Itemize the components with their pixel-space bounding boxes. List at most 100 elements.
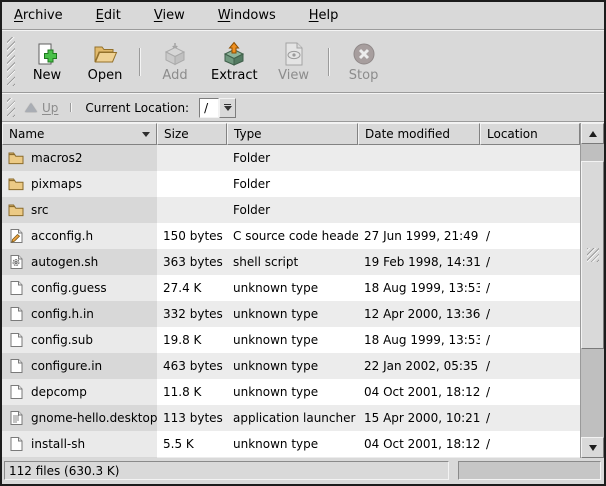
toolbar-items: New Open Add ExtractView Stop	[18, 39, 393, 85]
table-row[interactable]: autogen.sh363 bytesshell script19 Feb 19…	[2, 249, 580, 275]
location-dropdown-button[interactable]	[219, 98, 236, 118]
stop-button[interactable]: Stop	[335, 39, 393, 85]
column-header-loc[interactable]: Location	[480, 123, 580, 145]
cell-loc	[480, 171, 580, 197]
extract-button[interactable]: Extract	[204, 39, 265, 85]
cell-loc: /	[480, 275, 580, 301]
view-button[interactable]: View	[265, 39, 323, 85]
new-button[interactable]: New	[18, 39, 76, 85]
text-file-icon	[8, 436, 24, 452]
scrollbar-thumb-grip-icon	[587, 248, 599, 262]
text-file-icon	[8, 358, 24, 374]
file-name: pixmaps	[31, 177, 82, 191]
cell-loc: /	[480, 223, 580, 249]
scrollbar-trough-bottom[interactable]	[581, 349, 604, 437]
cell-size: 463 bytes	[157, 353, 227, 379]
scroll-down-arrow-icon	[589, 445, 597, 451]
scroll-down-button[interactable]	[581, 437, 604, 458]
file-list-body: macros2FolderpixmapsFoldersrcFolderaccon…	[2, 145, 580, 458]
menu-edit[interactable]: Edit	[93, 6, 124, 25]
open-archive-icon	[92, 41, 118, 67]
toolbar: New Open Add ExtractView Stop	[2, 31, 604, 92]
file-name: install-sh	[31, 437, 85, 451]
open-button-label: Open	[88, 68, 123, 83]
cell-loc	[480, 145, 580, 171]
table-row[interactable]: pixmaps Folder	[2, 171, 580, 197]
column-headers: NameSize Type Date modified Location	[2, 123, 580, 145]
cell-type: shell script	[227, 249, 358, 275]
cell-name: install-sh	[2, 431, 157, 457]
add-button-label: Add	[162, 68, 187, 83]
cell-loc: /	[480, 249, 580, 275]
up-arrow-icon	[25, 103, 37, 112]
stop-button-label: Stop	[349, 68, 379, 83]
column-header-label: Type	[234, 127, 262, 141]
cell-date: 18 Aug 1999, 13:53	[358, 275, 480, 301]
table-row[interactable]: install-sh5.5 Kunknown type04 Oct 2001, …	[2, 431, 580, 457]
cell-date: 04 Oct 2001, 18:12	[358, 379, 480, 405]
table-row[interactable]: macros2 Folder	[2, 145, 580, 171]
file-name: autogen.sh	[31, 255, 98, 269]
new-archive-icon	[34, 41, 60, 67]
table-row[interactable]: gnome-hello.desktop113 bytesapplication …	[2, 405, 580, 431]
cell-date: 12 Apr 2000, 13:36	[358, 301, 480, 327]
scrollbar-thumb[interactable]	[581, 161, 604, 349]
menu-archive[interactable]: Archive	[11, 6, 66, 25]
status-text: 112 files (630.3 K)	[9, 464, 119, 478]
table-row[interactable]: config.guess27.4 Kunknown type18 Aug 199…	[2, 275, 580, 301]
cell-size	[157, 171, 227, 197]
table-row[interactable]: acconfig.h150 bytesC source code header2…	[2, 223, 580, 249]
progress-area	[458, 461, 601, 480]
column-header-date[interactable]: Date modified	[358, 123, 480, 145]
cell-size	[157, 197, 227, 223]
open-button[interactable]: Open	[76, 39, 134, 85]
cell-size: 113 bytes	[157, 405, 227, 431]
stop-icon	[351, 41, 377, 67]
cell-name: autogen.sh	[2, 249, 157, 275]
add-button[interactable]: Add	[146, 39, 204, 85]
file-name: macros2	[31, 151, 83, 165]
cell-type: application launcher	[227, 405, 358, 431]
menu-view[interactable]: View	[151, 6, 188, 25]
menu-windows[interactable]: Windows	[215, 6, 279, 25]
sort-indicator-icon	[142, 132, 150, 137]
up-button[interactable]: Up	[18, 99, 65, 117]
cell-type: unknown type	[227, 327, 358, 353]
column-header-label: Location	[487, 127, 538, 141]
column-header-label: Date modified	[365, 127, 450, 141]
menu-help[interactable]: Help	[306, 6, 342, 25]
scroll-up-button[interactable]	[581, 123, 604, 144]
table-row[interactable]: config.sub19.8 Kunknown type18 Aug 1999,…	[2, 327, 580, 353]
cell-date: 15 Apr 2000, 10:21	[358, 405, 480, 431]
location-entry[interactable]: /	[199, 98, 219, 118]
scrollbar-trough-top[interactable]	[581, 144, 604, 161]
column-header-type[interactable]: Type	[227, 123, 358, 145]
cell-type: Folder	[227, 145, 358, 171]
location-bar: Up Current Location: /	[2, 94, 604, 121]
dropdown-arrow-icon	[224, 106, 232, 111]
folder-icon	[8, 150, 24, 166]
extract-icon	[221, 41, 247, 67]
file-list-area: NameSize Type Date modified Location macros…	[2, 123, 604, 458]
cell-type: Folder	[227, 171, 358, 197]
table-row[interactable]: srcFolder	[2, 197, 580, 223]
cell-size: 150 bytes	[157, 223, 227, 249]
table-row[interactable]: configure.in463 bytesunknown type22 Jan …	[2, 353, 580, 379]
cell-name: config.guess	[2, 275, 157, 301]
cell-name: configure.in	[2, 353, 157, 379]
cell-date	[358, 171, 480, 197]
column-header-name[interactable]: Name	[2, 123, 157, 145]
cell-loc: /	[480, 301, 580, 327]
cell-name: config.h.in	[2, 301, 157, 327]
cell-loc: /	[480, 327, 580, 353]
table-row[interactable]: depcomp11.8 Kunknown type04 Oct 2001, 18…	[2, 379, 580, 405]
file-name: depcomp	[31, 385, 87, 399]
toolbar-grip[interactable]	[7, 37, 15, 86]
column-header-size[interactable]: Size	[157, 123, 227, 145]
table-row[interactable]: config.h.in332 bytesunknown type12 Apr 2…	[2, 301, 580, 327]
scroll-up-arrow-icon	[589, 131, 597, 137]
status-message-frame: 112 files (630.3 K)	[4, 461, 449, 480]
cell-loc	[480, 197, 580, 223]
cell-size: 11.8 K	[157, 379, 227, 405]
location-bar-grip[interactable]	[7, 98, 15, 117]
